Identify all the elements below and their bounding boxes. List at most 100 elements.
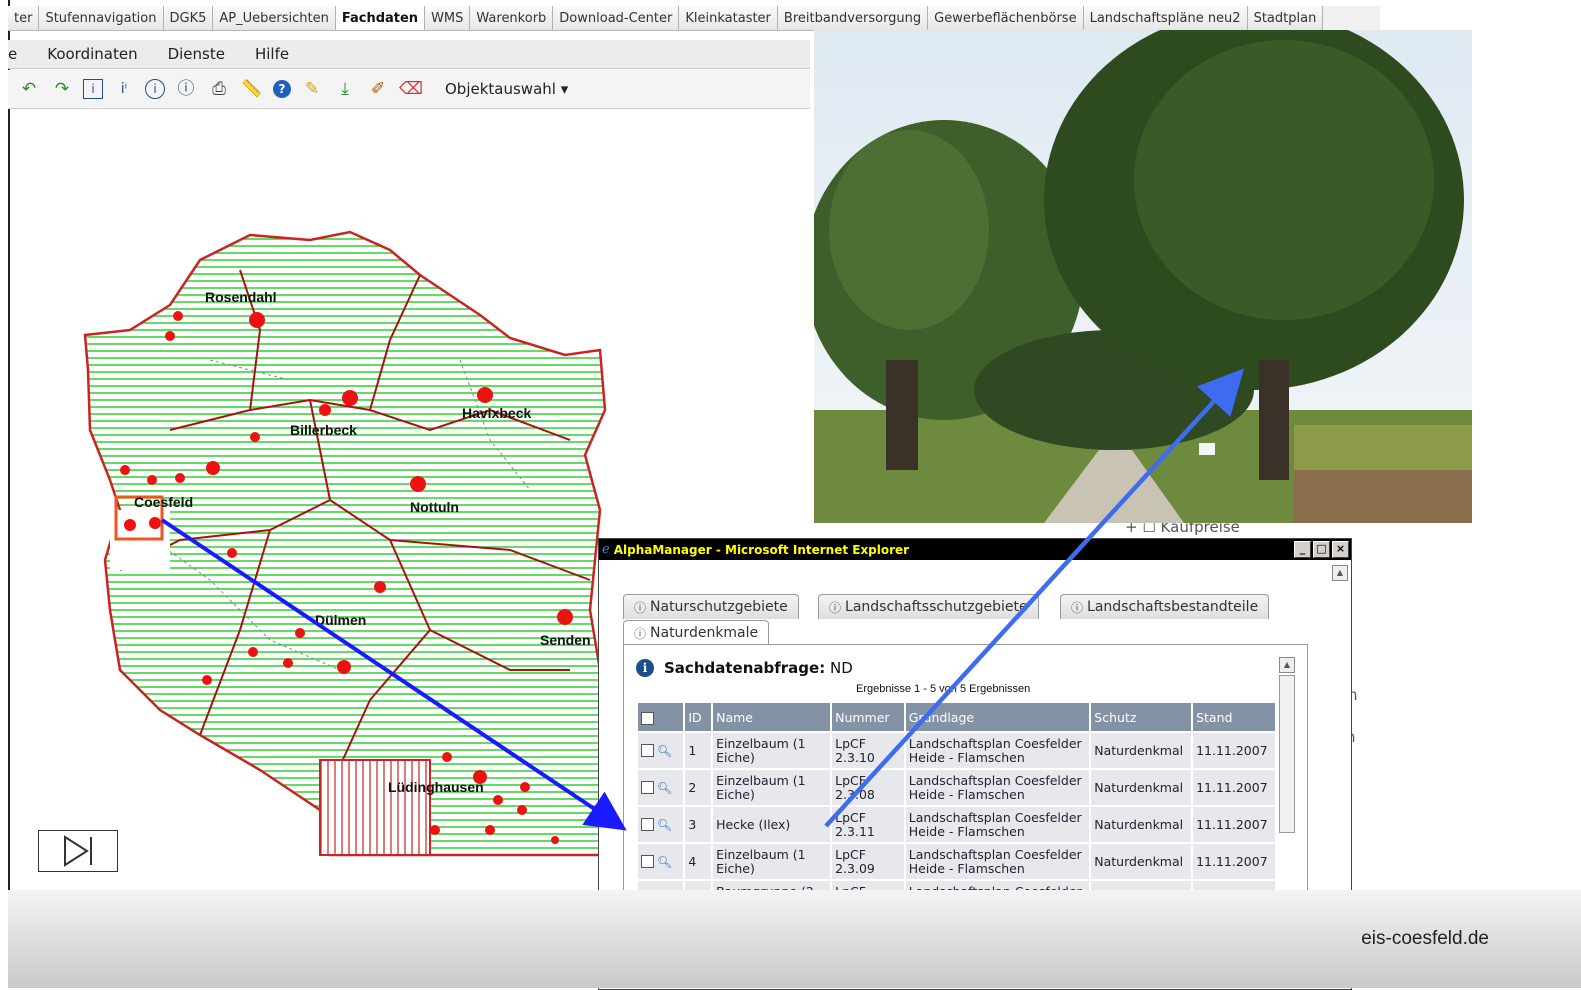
next-slide-button[interactable]: [38, 830, 118, 872]
cell-id: 1: [685, 733, 712, 768]
result-summary: Ergebnisse 1 - 5 von 5 Ergebnissen: [856, 683, 1031, 695]
info-icon[interactable]: i: [83, 79, 103, 99]
tab-kleinkataster[interactable]: Kleinkataster: [679, 6, 778, 30]
column-header-name[interactable]: Name: [713, 703, 831, 731]
top-tab-bar: ter Stufennavigation DGK5 AP_Uebersichten Fa…: [8, 6, 1380, 31]
tab-fachdaten[interactable]: Fachdaten: [335, 6, 426, 30]
popup-title-bar[interactable]: ℯ AlphaManager - Microsoft Internet Expl…: [599, 539, 1351, 560]
column-header-id[interactable]: ID: [685, 703, 712, 731]
tab-gewerbeflächenbörse[interactable]: Gewerbeflächenbörse: [928, 6, 1084, 30]
row-checkbox[interactable]: [641, 818, 654, 832]
table-row[interactable]: 🔍︎ 2 Einzelbaum (1 Eiche) LpCF 2.3.08 La…: [638, 770, 1275, 805]
download-icon[interactable]: ⤓: [333, 77, 357, 101]
cell-id: 2: [685, 770, 712, 805]
map-label-billerbeck: Billerbeck: [290, 422, 357, 438]
oak-tree-photo: [814, 30, 1472, 523]
cell-schutz: Naturdenkmal: [1091, 733, 1192, 768]
row-select-cell: 🔍︎: [638, 733, 684, 768]
help-icon[interactable]: ?: [273, 80, 291, 98]
row-checkbox[interactable]: [641, 744, 654, 758]
zoom-to-icon[interactable]: 🔍︎: [657, 855, 672, 869]
column-header-nummer[interactable]: Nummer: [832, 703, 904, 731]
object-select-dropdown[interactable]: Objektauswahl ▾: [445, 80, 568, 98]
query-heading-label: Sachdatenabfrage:: [664, 659, 826, 677]
tab-breitbandversorgung[interactable]: Breitbandversorgung: [777, 6, 929, 30]
info-small-icon: ⓘ: [634, 626, 647, 641]
tab-label: Landschaftsschutzgebiete: [845, 599, 1028, 615]
map-label-senden: Senden: [540, 632, 591, 648]
print-icon[interactable]: ⎙: [207, 77, 231, 101]
cell-nummer: LpCF 2.3.11: [832, 807, 904, 842]
tab-wms[interactable]: WMS: [425, 6, 471, 30]
zoom-to-icon[interactable]: 🔍︎: [657, 744, 672, 758]
map-label-luedinghausen: Lüdinghausen: [388, 779, 484, 795]
tab-landschaftspläne-neu2[interactable]: Landschaftspläne neu2: [1083, 6, 1248, 30]
tab-label: Naturdenkmale: [650, 625, 759, 641]
tab-ter[interactable]: ter: [8, 6, 40, 30]
tab-ap-uebersichten[interactable]: AP_Uebersichten: [213, 6, 336, 30]
tab-stadtplan[interactable]: Stadtplan: [1247, 6, 1324, 30]
table-row[interactable]: 🔍︎ 3 Hecke (Ilex) LpCF 2.3.11 Landschaft…: [638, 807, 1275, 842]
draw-icon[interactable]: ✐: [366, 77, 390, 101]
map-label-coesfeld: Coesfeld: [134, 494, 193, 510]
ie-icon: ℯ: [602, 542, 610, 557]
minimize-button[interactable]: _: [1294, 541, 1311, 558]
select-all-checkbox[interactable]: [641, 711, 654, 725]
table-scroll-up-button[interactable]: ▲: [1279, 657, 1295, 673]
map-label-havixbeck: Havixbeck: [462, 405, 531, 421]
info-small-icon: ⓘ: [829, 600, 842, 615]
column-header-schutz[interactable]: Schutz: [1091, 703, 1192, 731]
cell-grundlage: Landschaftsplan Coesfelder Heide - Flams…: [905, 733, 1090, 768]
tab-landschaftsbestandteile[interactable]: ⓘ Landschaftsbestandteile: [1060, 594, 1270, 619]
cell-stand: 11.11.2007: [1193, 807, 1275, 842]
tab-warenkorb[interactable]: Warenkorb: [470, 6, 554, 30]
tab-dgk5[interactable]: DGK5: [163, 6, 214, 30]
cell-grundlage: Landschaftsplan Coesfelder Heide - Flams…: [905, 844, 1090, 879]
cell-name: Einzelbaum (1 Eiche): [713, 770, 831, 805]
row-select-cell: 🔍︎: [638, 770, 684, 805]
table-row[interactable]: 🔍︎ 4 Einzelbaum (1 Eiche) LpCF 2.3.09 La…: [638, 844, 1275, 879]
tab-naturschutzgebiete[interactable]: ⓘ Naturschutzgebiete: [623, 594, 799, 619]
maximize-button[interactable]: □: [1313, 541, 1330, 558]
row-select-cell: 🔍︎: [638, 807, 684, 842]
menu-item-hilfe[interactable]: Hilfe: [255, 45, 289, 63]
redo-icon[interactable]: ↷: [50, 77, 74, 101]
zoom-to-icon[interactable]: 🔍︎: [657, 781, 672, 795]
notes-icon[interactable]: ✎: [300, 77, 324, 101]
info-circle-icon[interactable]: i: [145, 79, 165, 99]
tab-download-center[interactable]: Download-Center: [553, 6, 680, 30]
map-label-duelmen: Dülmen: [315, 612, 366, 628]
menu-item-file[interactable]: e: [8, 45, 17, 63]
multi-info-icon[interactable]: iⁱ: [112, 77, 136, 101]
info-small-icon: ⓘ: [634, 600, 647, 615]
select-all-header[interactable]: [638, 703, 684, 731]
table-scrollbar[interactable]: ▲: [1279, 657, 1295, 833]
row-checkbox[interactable]: [641, 781, 654, 795]
slide-footer: [8, 890, 1581, 988]
row-select-cell: 🔍︎: [638, 844, 684, 879]
column-header-stand[interactable]: Stand: [1193, 703, 1275, 731]
menu-item-koordinaten[interactable]: Koordinaten: [47, 45, 137, 63]
footer-url: eis-coesfeld.de: [1361, 928, 1489, 949]
close-button[interactable]: ×: [1332, 541, 1349, 558]
undo-icon[interactable]: ↶: [17, 77, 41, 101]
info-clear-icon[interactable]: ⓘ: [174, 77, 198, 101]
query-heading: i Sachdatenabfrage: ND: [636, 659, 853, 677]
cell-stand: 11.11.2007: [1193, 770, 1275, 805]
table-scroll-thumb[interactable]: [1279, 675, 1295, 833]
popup-title: AlphaManager - Microsoft Internet Explor…: [613, 542, 910, 557]
map-label-nottuln: Nottuln: [410, 499, 459, 515]
eraser-icon[interactable]: ⌫: [399, 77, 423, 101]
cell-id: 4: [685, 844, 712, 879]
window-scroll-up-button[interactable]: ▲: [1332, 565, 1348, 581]
menu-item-dienste[interactable]: Dienste: [168, 45, 225, 63]
zoom-to-icon[interactable]: 🔍︎: [657, 818, 672, 832]
row-checkbox[interactable]: [641, 855, 654, 869]
district-map[interactable]: Rosendahl Havixbeck Billerbeck Coesfeld …: [10, 110, 610, 860]
measure-icon[interactable]: 📏: [240, 77, 264, 101]
column-header-grundlage[interactable]: Grundlage: [905, 703, 1090, 731]
tab-landschaftsschutzgebiete[interactable]: ⓘ Landschaftsschutzgebiete: [818, 594, 1039, 619]
tab-stufennavigation[interactable]: Stufennavigation: [39, 6, 164, 30]
tab-naturdenkmale[interactable]: ⓘ Naturdenkmale: [623, 620, 770, 645]
table-row[interactable]: 🔍︎ 1 Einzelbaum (1 Eiche) LpCF 2.3.10 La…: [638, 733, 1275, 768]
